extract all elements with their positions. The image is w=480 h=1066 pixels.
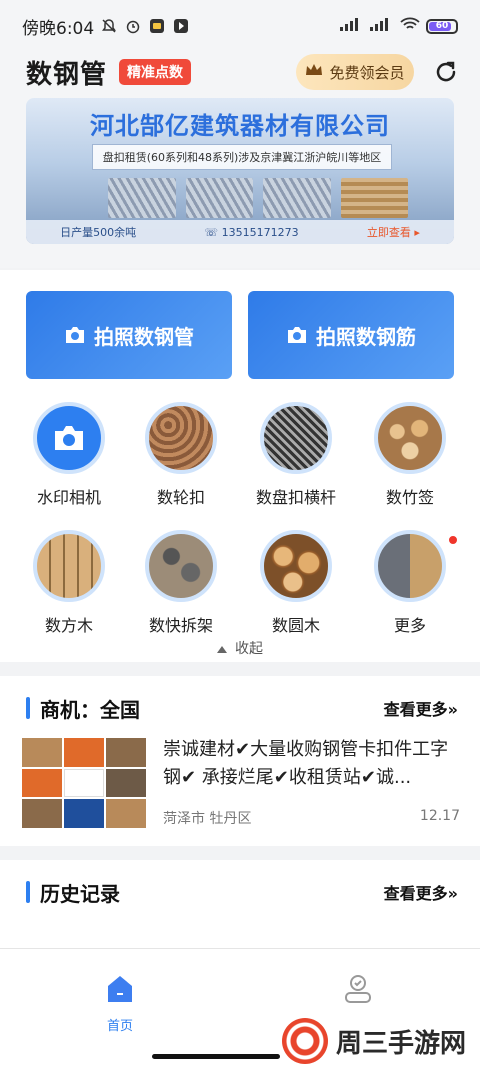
banner-product-images [108,178,408,218]
watermark-text: 周三手游网 [336,1028,467,1059]
battery-icon: 60 [426,18,458,34]
scaffold-image [263,178,331,218]
business-item-date: 12.17 [419,808,460,824]
section-accent-bar [26,881,30,903]
grid-item-watermark-camera[interactable]: 水印相机 [14,402,124,508]
header: 数钢管 精准点数 免费领会员 [0,52,480,92]
business-header: 商机：全国 查看更多» [26,694,458,722]
grid-item-round-log[interactable]: 数圆木 [241,530,351,636]
business-item-text[interactable]: 崇诚建材✔大量收购钢管卡扣件工字钢✔ 承接烂尾✔收租赁站✔诚... [163,736,458,792]
history-header: 历史记录 查看更多» [26,878,458,906]
notification-dot [447,534,459,546]
grid-item-quick-frame[interactable]: 数快拆架 [126,530,236,636]
business-item-location: 菏泽市 牡丹区 [163,811,252,827]
signal-icon [340,16,364,36]
business-section: 商机：全国 查看更多» 崇诚建材✔大量收购钢管卡扣件工字钢✔ 承接烂尾✔收租赁站… [0,676,480,846]
crown-icon [305,62,323,82]
grid-item-wheel-buckle[interactable]: 数轮扣 [126,402,236,508]
more-icon [374,530,446,602]
banner-cta[interactable]: 立即查看 ▸ [367,224,420,240]
nav-profile[interactable] [318,973,398,1009]
camera-icon [33,402,105,474]
grid-label: 数盘扣横杆 [255,488,336,507]
collapse-label: 收起 [235,641,263,657]
business-thumbnail[interactable] [22,738,146,828]
feature-section: 拍照数钢管 拍照数钢筋 水印相机 数轮扣 数盘扣横杆 数竹签 数方木 数快拆架 … [0,270,480,662]
nav-home[interactable]: 首页 [80,973,160,1034]
free-vip-button[interactable]: 免费领会员 [296,54,414,90]
grid-item-more[interactable]: 更多 [355,530,465,636]
business-more-link[interactable]: 查看更多» [384,696,458,720]
grid-label: 更多 [393,616,426,635]
grid-label: 数圆木 [271,616,320,635]
banner-footer: 日产量500余吨 ☏ 13515171273 立即查看 ▸ [26,220,454,244]
timber-image [340,178,408,218]
refresh-icon[interactable] [432,58,460,86]
vip-label: 免费领会员 [329,63,405,82]
grid-item-crossbar[interactable]: 数盘扣横杆 [241,402,351,508]
grid-item-square-timber[interactable]: 数方木 [14,530,124,636]
mute-bell-icon [100,17,118,35]
precision-badge[interactable]: 精准点数 [119,59,192,85]
banner-phone-number: 13515171273 [221,225,299,239]
photo-count-pipe-button[interactable]: 拍照数钢管 [26,291,232,379]
home-icon [104,976,136,1009]
wifi-icon [400,16,420,36]
phone-icon: ☏ [204,225,222,239]
grid-label: 数方木 [44,616,93,635]
photo-count-rebar-button[interactable]: 拍照数钢筋 [248,291,454,379]
app-notify-icon [148,17,166,35]
status-bar: 傍晚6:04 60 [0,0,480,52]
grid-label: 数快拆架 [148,616,213,635]
square-timber-icon [33,530,105,602]
camera-icon [64,326,86,344]
banner-area: 河北郜亿建筑器材有限公司 盘扣租赁(60系列和48系列)涉及京津冀江浙沪皖川等地… [0,92,480,268]
banner-subtitle: 盘扣租赁(60系列和48系列)涉及京津冀江浙沪皖川等地区 [92,144,392,170]
quick-frame-icon [145,530,217,602]
app-title: 数钢管 [26,59,108,90]
bamboo-stick-icon [374,402,446,474]
collapse-toggle[interactable]: 收起 [0,638,480,658]
nav-home-label: 首页 [106,1019,133,1034]
scaffold-image [185,178,253,218]
battery-level: 60 [435,21,449,31]
history-section: 历史记录 查看更多» [0,860,480,948]
grid-label: 水印相机 [36,488,101,507]
alarm-icon [124,17,142,35]
crossbar-icon [260,402,332,474]
app-notify-icon-2 [172,17,190,35]
ad-banner[interactable]: 河北郜亿建筑器材有限公司 盘扣租赁(60系列和48系列)涉及京津冀江浙沪皖川等地… [26,98,454,244]
banner-company: 河北郜亿建筑器材有限公司 [90,112,390,140]
site-watermark: 周三手游网 [282,1018,466,1064]
history-more-link[interactable]: 查看更多» [384,880,458,904]
banner-phone: ☏ 13515171273 [204,226,298,239]
profile-icon [342,975,374,1009]
chevron-up-icon [217,645,227,653]
photo-count-pipe-label: 拍照数钢管 [94,324,194,349]
history-title: 历史记录 [40,881,120,906]
wheel-buckle-icon [145,402,217,474]
gesture-home-bar[interactable] [152,1054,280,1059]
grid-label: 数轮扣 [156,488,205,507]
grid-item-bamboo-stick[interactable]: 数竹签 [355,402,465,508]
banner-output: 日产量500余吨 [60,226,137,239]
scaffold-image [108,178,176,218]
watermark-logo [282,1018,328,1064]
section-accent-bar [26,697,30,719]
round-log-icon [260,530,332,602]
grid-label: 数竹签 [385,488,434,507]
photo-count-rebar-label: 拍照数钢筋 [316,324,416,349]
business-title: 商机：全国 [40,697,140,722]
signal-icon-2 [370,16,394,36]
camera-icon [286,326,308,344]
status-time: 傍晚6:04 [22,18,95,39]
